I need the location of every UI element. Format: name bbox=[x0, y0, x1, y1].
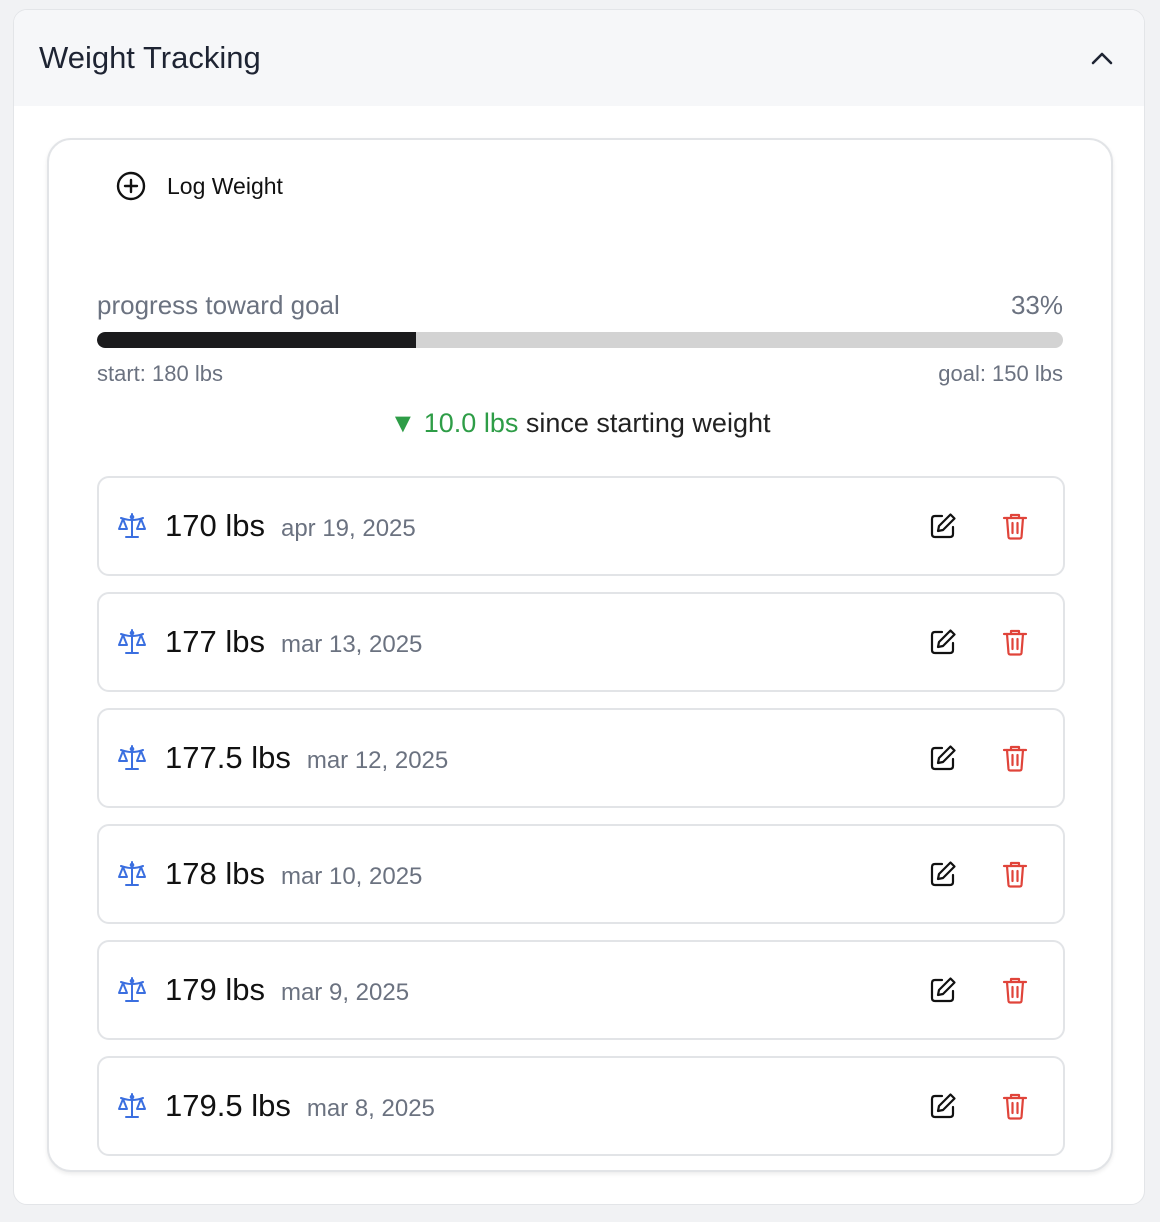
entry-weight: 170 lbs bbox=[165, 508, 265, 543]
entry-weight: 179.5 lbs bbox=[165, 1088, 291, 1123]
progress-header: progress toward goal 33% bbox=[97, 290, 1063, 321]
weight-card: Log Weight progress toward goal 33% star… bbox=[47, 138, 1113, 1172]
entry-weight: 179 lbs bbox=[165, 972, 265, 1007]
weight-entry: 179.5 lbs mar 8, 2025 bbox=[97, 1056, 1065, 1156]
entry-date: mar 12, 2025 bbox=[306, 747, 449, 774]
edit-button[interactable] bbox=[927, 974, 959, 1006]
edit-icon bbox=[930, 629, 956, 655]
entry-weight: 178 lbs bbox=[165, 856, 265, 891]
entry-actions bbox=[927, 742, 1031, 774]
weight-entry: 179 lbs mar 9, 2025 bbox=[97, 940, 1065, 1040]
log-weight-button[interactable]: Log Weight bbox=[115, 170, 283, 202]
entry-actions bbox=[927, 626, 1031, 658]
delete-button[interactable] bbox=[999, 1090, 1031, 1122]
trash-icon bbox=[1002, 513, 1028, 540]
weight-entry: 177.5 lbs mar 12, 2025 bbox=[97, 708, 1065, 808]
start-weight-label: start: 180 lbs bbox=[97, 361, 223, 386]
weight-change-text: since starting weight bbox=[525, 408, 771, 438]
scale-icon bbox=[117, 975, 147, 1005]
edit-icon bbox=[930, 513, 956, 539]
edit-button[interactable] bbox=[927, 1090, 959, 1122]
collapse-button[interactable] bbox=[1084, 40, 1120, 76]
delete-button[interactable] bbox=[999, 510, 1031, 542]
delete-button[interactable] bbox=[999, 858, 1031, 890]
edit-button[interactable] bbox=[927, 858, 959, 890]
weight-entry: 170 lbs apr 19, 2025 bbox=[97, 476, 1065, 576]
edit-icon bbox=[930, 1093, 956, 1119]
trash-icon bbox=[1002, 745, 1028, 772]
edit-button[interactable] bbox=[927, 510, 959, 542]
entry-date: mar 13, 2025 bbox=[280, 631, 423, 658]
entry-actions bbox=[927, 858, 1031, 890]
panel-title: Weight Tracking bbox=[39, 40, 261, 75]
scale-icon bbox=[117, 859, 147, 889]
progress-bar-labels: start: 180 lbs goal: 150 lbs bbox=[97, 361, 1063, 387]
progress-bar bbox=[97, 332, 1063, 348]
delete-button[interactable] bbox=[999, 626, 1031, 658]
weight-entry: 178 lbs mar 10, 2025 bbox=[97, 824, 1065, 924]
trash-icon bbox=[1002, 977, 1028, 1004]
scale-icon bbox=[117, 1091, 147, 1121]
entry-date: apr 19, 2025 bbox=[280, 515, 416, 542]
log-weight-label: Log Weight bbox=[167, 172, 283, 199]
chevron-up-icon bbox=[1091, 52, 1113, 65]
weight-change-summary: ▼ 10.0 lbs since starting weight bbox=[49, 408, 1111, 439]
trash-icon bbox=[1002, 861, 1028, 888]
weight-tracking-panel: Weight Tracking Log Weight progress towa… bbox=[13, 9, 1145, 1205]
trash-icon bbox=[1002, 629, 1028, 656]
edit-icon bbox=[930, 861, 956, 887]
delete-button[interactable] bbox=[999, 974, 1031, 1006]
scale-icon bbox=[117, 743, 147, 773]
progress-bar-fill bbox=[97, 332, 416, 348]
progress-label: progress toward goal bbox=[97, 290, 340, 320]
down-arrow-icon: ▼ bbox=[389, 408, 417, 438]
weight-entry-list: 170 lbs apr 19, 2025 177 lbs mar 13, 202… bbox=[97, 476, 1065, 1172]
entry-date: mar 8, 2025 bbox=[306, 1095, 435, 1122]
goal-weight-label: goal: 150 lbs bbox=[938, 361, 1063, 386]
entry-date: mar 10, 2025 bbox=[280, 863, 423, 890]
edit-button[interactable] bbox=[927, 626, 959, 658]
progress-percent: 33% bbox=[1010, 290, 1063, 320]
delete-button[interactable] bbox=[999, 742, 1031, 774]
edit-icon bbox=[930, 977, 956, 1003]
edit-icon bbox=[930, 745, 956, 771]
panel-header[interactable]: Weight Tracking bbox=[14, 10, 1144, 106]
weight-entry: 177 lbs mar 13, 2025 bbox=[97, 592, 1065, 692]
entry-weight: 177 lbs bbox=[165, 624, 265, 659]
edit-button[interactable] bbox=[927, 742, 959, 774]
scale-icon bbox=[117, 511, 147, 541]
entry-actions bbox=[927, 510, 1031, 542]
scale-icon bbox=[117, 627, 147, 657]
entry-date: mar 9, 2025 bbox=[280, 979, 410, 1006]
trash-icon bbox=[1002, 1093, 1028, 1120]
weight-change-amount: 10.0 lbs bbox=[423, 408, 519, 438]
entry-weight: 177.5 lbs bbox=[165, 740, 291, 775]
plus-circle-icon bbox=[116, 171, 146, 201]
entry-actions bbox=[927, 1090, 1031, 1122]
entry-actions bbox=[927, 974, 1031, 1006]
